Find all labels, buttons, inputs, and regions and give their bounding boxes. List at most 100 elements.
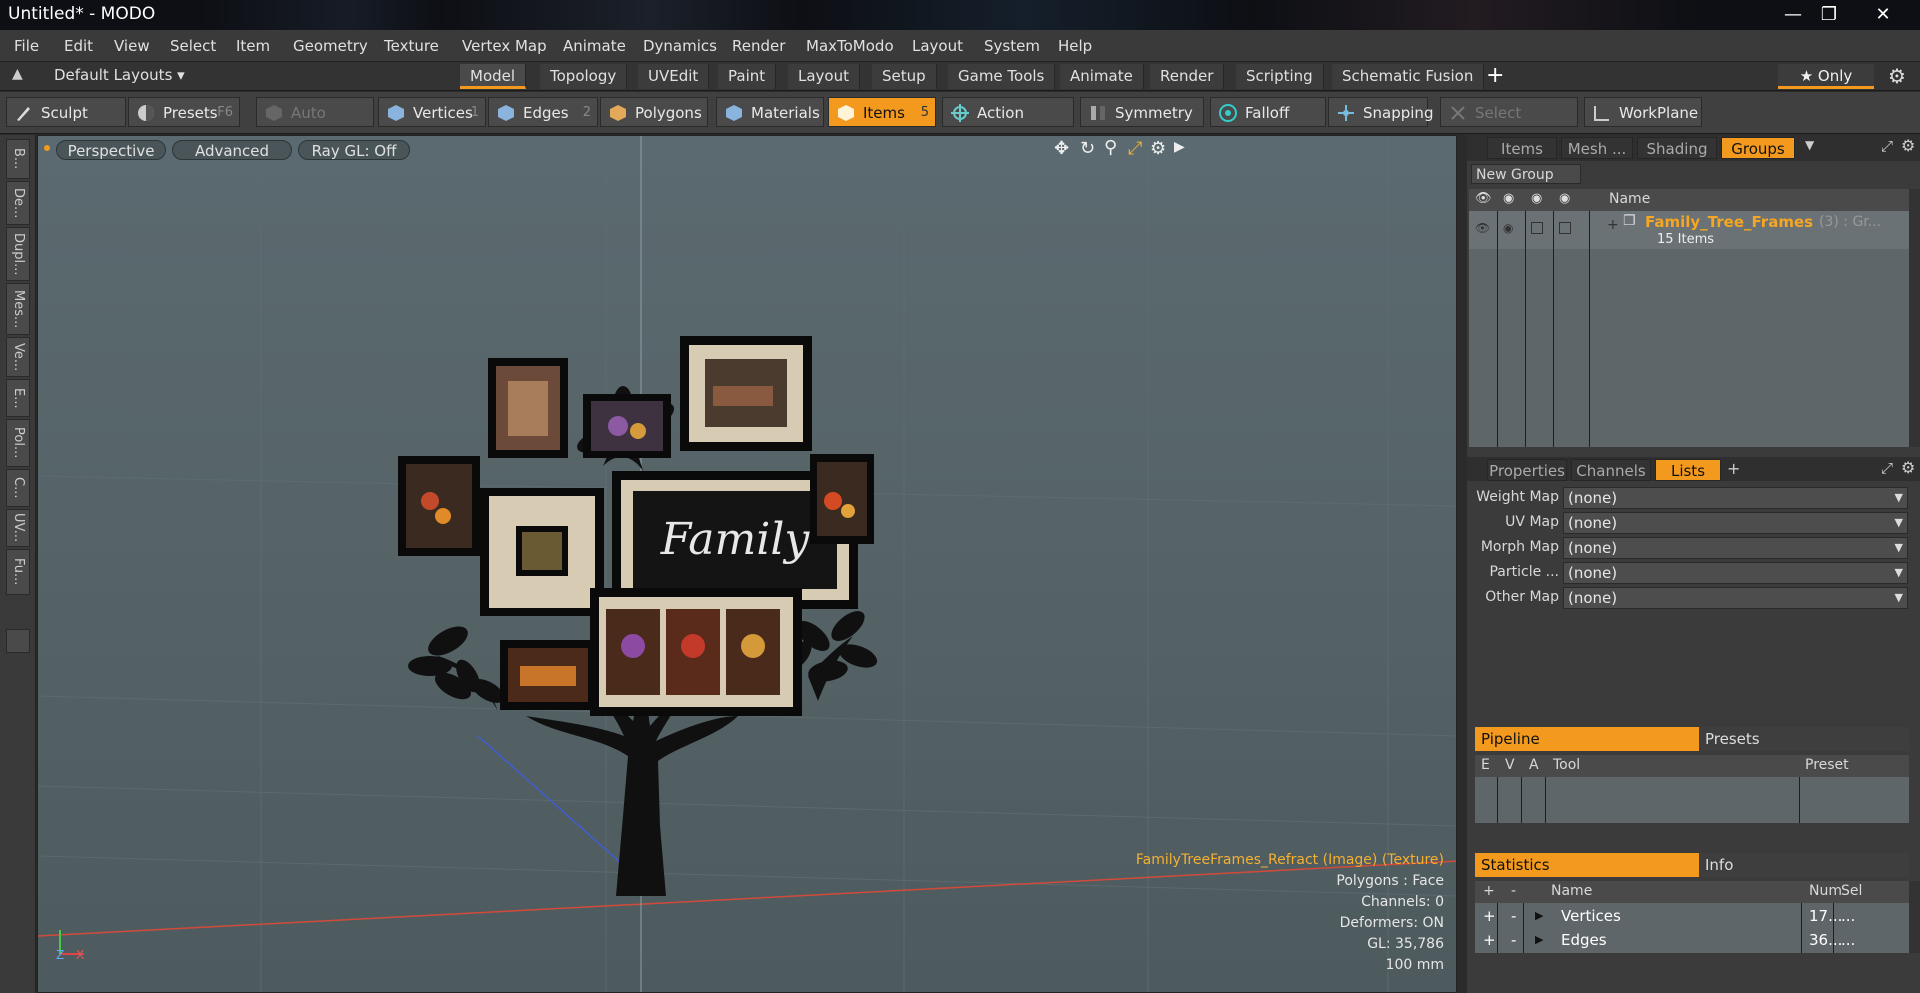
workplane-button[interactable]: WorkPlane [1584,97,1702,127]
3d-viewport[interactable]: Family Perspective Advanced Ray GL: Off … [37,135,1457,993]
tab-shading[interactable]: Shading [1637,137,1717,159]
maximize-viewport-icon[interactable]: ⤢ [1128,138,1142,159]
left-tab-extra[interactable] [6,629,30,653]
raygl-toggle[interactable]: Ray GL: Off [298,140,410,160]
info-tab[interactable]: Info [1699,853,1909,877]
triangle-right-icon[interactable]: ▶ [1535,933,1543,946]
tab-render[interactable]: Render [1150,64,1225,89]
left-tab-duplicate[interactable]: Dupl... [6,227,30,281]
menu-dynamics[interactable]: Dynamics [643,37,717,55]
props-maximize-icon[interactable]: ⤢ [1881,459,1893,477]
presets-button[interactable]: Presets F6 [128,97,240,127]
minimize-button[interactable]: — [1780,2,1806,28]
expand-plus-icon[interactable]: + [1607,217,1619,233]
maximize-button[interactable]: ❐ [1816,2,1842,28]
left-tab-mesh[interactable]: Mes... [6,283,30,335]
collapse-button[interactable]: - [1511,931,1516,949]
panel-maximize-icon[interactable]: ⤢ [1881,137,1893,155]
expand-button[interactable]: + [1483,907,1496,925]
tab-model[interactable]: Model [460,64,527,89]
left-tab-uv[interactable]: UV... [6,509,30,547]
menu-edit[interactable]: Edit [64,37,93,55]
group-visibility-icon[interactable]: 👁 [1475,221,1490,235]
menu-vertex-map[interactable]: Vertex Map [462,37,547,55]
left-tab-edge[interactable]: E... [6,379,30,417]
stats-scrollbar[interactable] [1909,881,1920,953]
close-button[interactable]: ✕ [1870,2,1896,28]
menu-item[interactable]: Item [236,37,270,55]
groups-scrollbar[interactable] [1909,189,1920,447]
tab-menu-arrow-icon[interactable]: ▼ [1805,138,1814,152]
edges-button[interactable]: Edges 2 [488,97,598,127]
pan-icon[interactable]: ✥ [1054,138,1069,159]
viewport-settings-icon[interactable]: ⚙ [1150,138,1166,159]
collapse-icon[interactable]: ▲ [12,66,23,82]
left-tab-curve[interactable]: C... [6,469,30,507]
tab-groups[interactable]: Groups [1721,137,1795,159]
group-select-checkbox[interactable] [1559,222,1571,234]
materials-button[interactable]: Materials [716,97,824,127]
gear-icon[interactable]: ⚙ [1888,64,1906,88]
menu-maxtomodo[interactable]: MaxToModo [806,37,894,55]
menu-animate[interactable]: Animate [563,37,626,55]
auto-select-button[interactable]: Auto Select [256,97,374,152]
vertices-button[interactable]: Vertices 1 [378,97,486,127]
tab-paint[interactable]: Paint [718,64,777,89]
snapping-button[interactable]: Snapping [1328,97,1433,127]
left-tab-fusion[interactable]: Fu... [6,549,30,595]
particle-dropdown[interactable]: (none) ▼ [1563,562,1908,584]
new-group-button[interactable]: New Group [1471,164,1581,184]
menu-view[interactable]: View [114,37,150,55]
perspective-dropdown[interactable]: Perspective [56,140,166,160]
select-through-button[interactable]: Select Through [1440,97,1578,152]
tab-items[interactable]: Items [1487,137,1557,159]
menu-select[interactable]: Select [170,37,216,55]
menu-help[interactable]: Help [1058,37,1092,55]
tab-animate[interactable]: Animate [1060,64,1144,89]
menu-file[interactable]: File [14,37,39,55]
add-tab-button[interactable]: + [1486,63,1504,88]
symmetry-button[interactable]: Symmetry [1080,97,1204,127]
table-row[interactable]: + - ▶ Vertices 17... ... [1475,905,1909,927]
props-settings-icon[interactable]: ⚙ [1901,458,1915,477]
tab-game-tools[interactable]: Game Tools [948,64,1056,89]
uv-map-dropdown[interactable]: (none) ▼ [1563,512,1908,534]
left-tab-basic[interactable]: B... [6,139,30,179]
only-button[interactable]: ★ Only [1778,64,1874,89]
tab-properties[interactable]: Properties [1487,459,1567,481]
statistics-tab[interactable]: Statistics [1475,853,1699,877]
tab-lists[interactable]: Lists [1655,459,1721,481]
tab-channels[interactable]: Channels [1571,459,1651,481]
panel-settings-icon[interactable]: ⚙ [1901,136,1915,155]
sculpt-button[interactable]: Sculpt [6,97,126,127]
pipeline-tab[interactable]: Pipeline [1475,727,1699,751]
advanced-dropdown[interactable]: Advanced [172,140,292,160]
group-row[interactable]: 👁 ◉ + ❐ Family_Tree_Frames (3) : Gr... 1… [1469,211,1909,249]
rotate-icon[interactable]: ↻ [1080,138,1095,159]
morph-map-dropdown[interactable]: (none) ▼ [1563,537,1908,559]
tab-layout[interactable]: Layout [788,64,860,89]
tab-scripting[interactable]: Scripting [1236,64,1324,89]
triangle-right-icon[interactable]: ▶ [1535,909,1543,922]
tab-uvedit[interactable]: UVEdit [638,64,710,89]
left-tab-deform[interactable]: De... [6,181,30,225]
menu-geometry[interactable]: Geometry [293,37,368,55]
table-row[interactable]: + - ▶ Edges 36... ... [1475,929,1909,951]
menu-texture[interactable]: Texture [384,37,439,55]
action-center-button[interactable]: Action Center [942,97,1074,152]
expand-button[interactable]: + [1483,931,1496,949]
items-button[interactable]: Items 5 [828,97,936,127]
other-map-dropdown[interactable]: (none) ▼ [1563,587,1908,609]
group-lock-checkbox[interactable] [1531,222,1543,234]
left-tab-vertex[interactable]: Ve... [6,337,30,377]
menu-system[interactable]: System [984,37,1040,55]
left-tab-polygon[interactable]: Pol... [6,419,30,467]
falloff-button[interactable]: Falloff [1210,97,1326,127]
tab-setup[interactable]: Setup [872,64,937,89]
menu-render[interactable]: Render [732,37,785,55]
polygons-button[interactable]: Polygons [600,97,708,127]
default-layouts-dropdown[interactable]: Default Layouts ▾ [54,66,185,84]
tab-topology[interactable]: Topology [540,64,628,89]
zoom-icon[interactable]: ⚲ [1104,137,1117,158]
presets-tab[interactable]: Presets [1699,727,1909,751]
